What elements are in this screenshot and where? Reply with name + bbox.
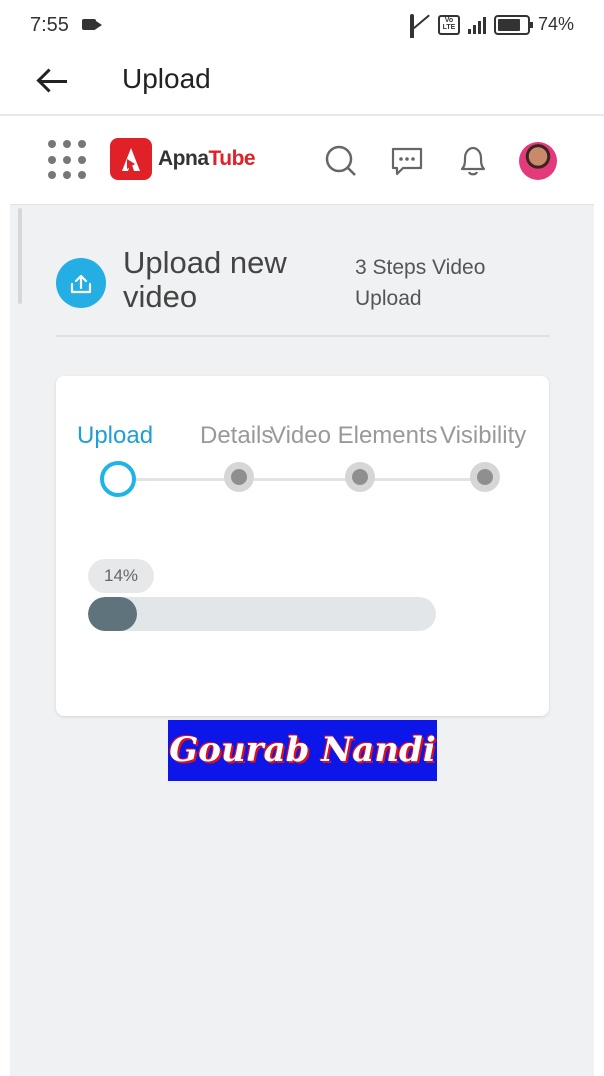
- step-label-upload[interactable]: Upload: [77, 422, 153, 450]
- page-title: Upload: [122, 63, 211, 94]
- divider: [56, 335, 550, 337]
- avatar[interactable]: [519, 142, 557, 180]
- apps-grid-icon[interactable]: [48, 140, 88, 180]
- watermark-text: Gourab Nandi: [169, 730, 436, 770]
- brand-name-first: Apna: [158, 147, 209, 170]
- webview: ApnaTube Upload new video 3 Steps Video …: [10, 116, 594, 1076]
- video-camera-icon: [82, 19, 102, 30]
- site-header: ApnaTube: [10, 116, 594, 205]
- battery-percent: 74%: [537, 14, 574, 34]
- step-label-details[interactable]: Details: [200, 422, 273, 450]
- progress-percent-badge: 14%: [88, 559, 154, 593]
- step-label-video-elements[interactable]: Video Elements: [270, 422, 438, 450]
- upload-heading: Upload new video: [123, 245, 287, 314]
- cloud-upload-icon: [56, 258, 106, 308]
- watermark: Gourab Nandi: [168, 720, 437, 781]
- status-icons: Vo LTE 74%: [409, 13, 574, 38]
- message-icon[interactable]: [390, 144, 424, 178]
- scrollbar[interactable]: [18, 208, 22, 304]
- upload-progress-fill: [88, 597, 137, 631]
- battery-icon: [493, 14, 533, 35]
- brand-name-second: Tube: [208, 147, 256, 170]
- step-dot-visibility[interactable]: [470, 462, 500, 492]
- app-bar: Upload: [0, 52, 604, 114]
- step-dot-video-elements[interactable]: [345, 462, 375, 492]
- back-arrow-icon[interactable]: [36, 66, 70, 96]
- upload-subtitle: 3 Steps Video Upload: [355, 256, 486, 310]
- notification-bell-icon[interactable]: [456, 144, 490, 178]
- upload-progress-bar: [88, 597, 436, 631]
- status-bar: 7:55 Vo LTE 74%: [0, 0, 604, 52]
- apnatube-logo-icon[interactable]: [110, 138, 152, 180]
- search-icon[interactable]: [324, 144, 358, 178]
- volte-icon: Vo LTE: [437, 14, 460, 35]
- step-dot-upload[interactable]: [100, 461, 136, 497]
- stepper-track: [118, 478, 486, 481]
- step-dot-details[interactable]: [224, 462, 254, 492]
- brand-name[interactable]: ApnaTube: [158, 147, 256, 171]
- step-label-visibility[interactable]: Visibility: [440, 422, 526, 450]
- upload-card: Upload Details Video Elements Visibility…: [56, 376, 549, 716]
- bell-off-icon: [409, 13, 430, 38]
- status-time: 7:55: [30, 14, 69, 36]
- signal-4g-icon: [467, 16, 486, 34]
